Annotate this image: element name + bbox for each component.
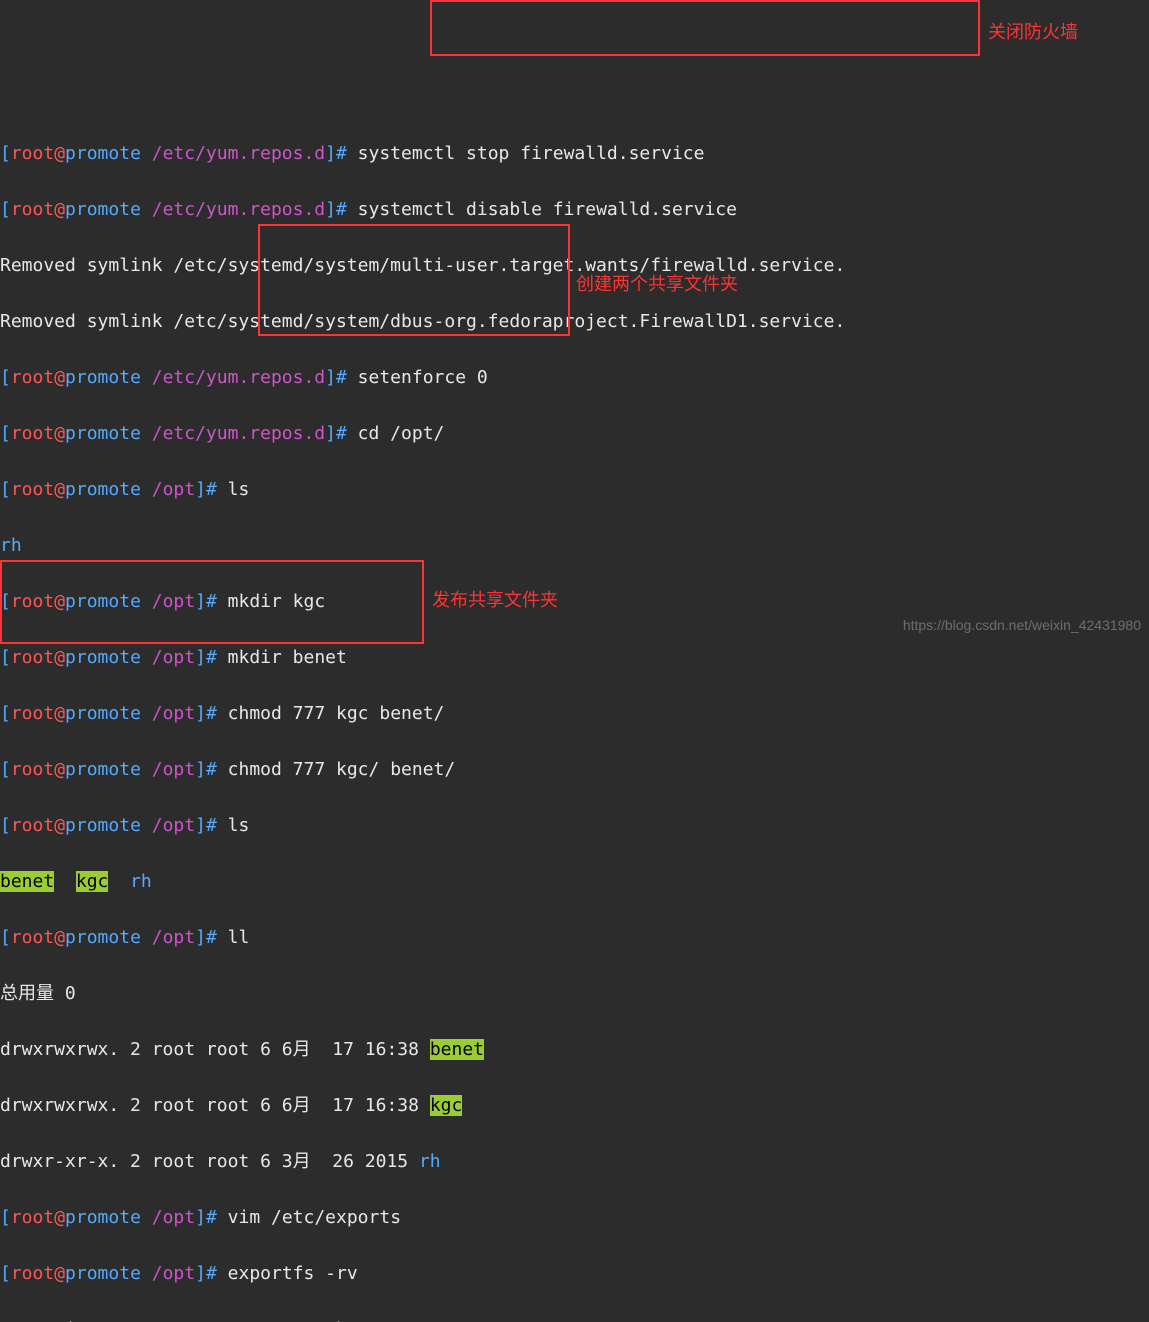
prompt-line: [root@promote /opt]# vim /etc/exports [0, 1204, 1149, 1232]
annotation-create-share: 创建两个共享文件夹 [576, 270, 738, 298]
cmd-cd-opt: cd /opt/ [358, 423, 445, 444]
cmd-exportfs: exportfs -rv [228, 1263, 358, 1284]
cmd-mkdir-benet: mkdir benet [228, 647, 347, 668]
output-removed-symlink: Removed symlink /etc/systemd/system/mult… [0, 252, 1149, 280]
output-ll-row: drwxr-xr-x. 2 root root 6 3月 26 2015 rh [0, 1148, 1149, 1176]
cmd-disable-firewall: systemctl disable firewalld.service [358, 199, 737, 220]
prompt-line: [root@promote /etc/yum.repos.d]# setenfo… [0, 364, 1149, 392]
prompt-line: [root@promote /etc/yum.repos.d]# systemc… [0, 196, 1149, 224]
cmd-vim-exports: vim /etc/exports [228, 1207, 401, 1228]
prompt-line: [root@promote /opt]# mkdir benet [0, 644, 1149, 672]
cmd-ls2: ls [228, 815, 250, 836]
output-ll-row: drwxrwxrwx. 2 root root 6 6月 17 16:38 kg… [0, 1092, 1149, 1120]
prompt-line: [root@promote /opt]# ll [0, 924, 1149, 952]
output-exporting: exporting 192.168.17.0/24:/opt/benet [0, 1316, 1149, 1322]
output-ll-total: 总用量 0 [0, 980, 1149, 1008]
prompt-line: [root@promote /opt]# chmod 777 kgc benet… [0, 700, 1149, 728]
prompt-line: [root@promote /etc/yum.repos.d]# cd /opt… [0, 420, 1149, 448]
prompt-line: [root@promote /opt]# chmod 777 kgc/ bene… [0, 756, 1149, 784]
cmd-mkdir-kgc: mkdir kgc [228, 591, 326, 612]
prompt-line: [root@promote /opt]# ls [0, 476, 1149, 504]
annotation-box-firewall [430, 0, 980, 56]
annotation-close-firewall: 关闭防火墙 [988, 18, 1078, 46]
cmd-ls: ls [228, 479, 250, 500]
cmd-stop-firewall: systemctl stop firewalld.service [358, 143, 705, 164]
prompt-line: [root@promote /etc/yum.repos.d]# systemc… [0, 140, 1149, 168]
output-removed-symlink: Removed symlink /etc/systemd/system/dbus… [0, 308, 1149, 336]
cmd-chmod1: chmod 777 kgc benet/ [228, 703, 445, 724]
output-ll-row: drwxrwxrwx. 2 root root 6 6月 17 16:38 be… [0, 1036, 1149, 1064]
output-ls-detail: benet kgc rh [0, 868, 1149, 896]
cmd-ll: ll [228, 927, 250, 948]
annotation-publish-share: 发布共享文件夹 [432, 586, 558, 614]
cmd-setenforce: setenforce 0 [358, 367, 488, 388]
prompt-line: [root@promote /opt]# exportfs -rv [0, 1260, 1149, 1288]
prompt-line: [root@promote /opt]# ls [0, 812, 1149, 840]
terminal[interactable]: [root@promote /etc/yum.repos.d]# systemc… [0, 112, 1149, 1322]
watermark: https://blog.csdn.net/weixin_42431980 [903, 611, 1141, 639]
cmd-chmod2: chmod 777 kgc/ benet/ [228, 759, 456, 780]
output-ls: rh [0, 532, 1149, 560]
